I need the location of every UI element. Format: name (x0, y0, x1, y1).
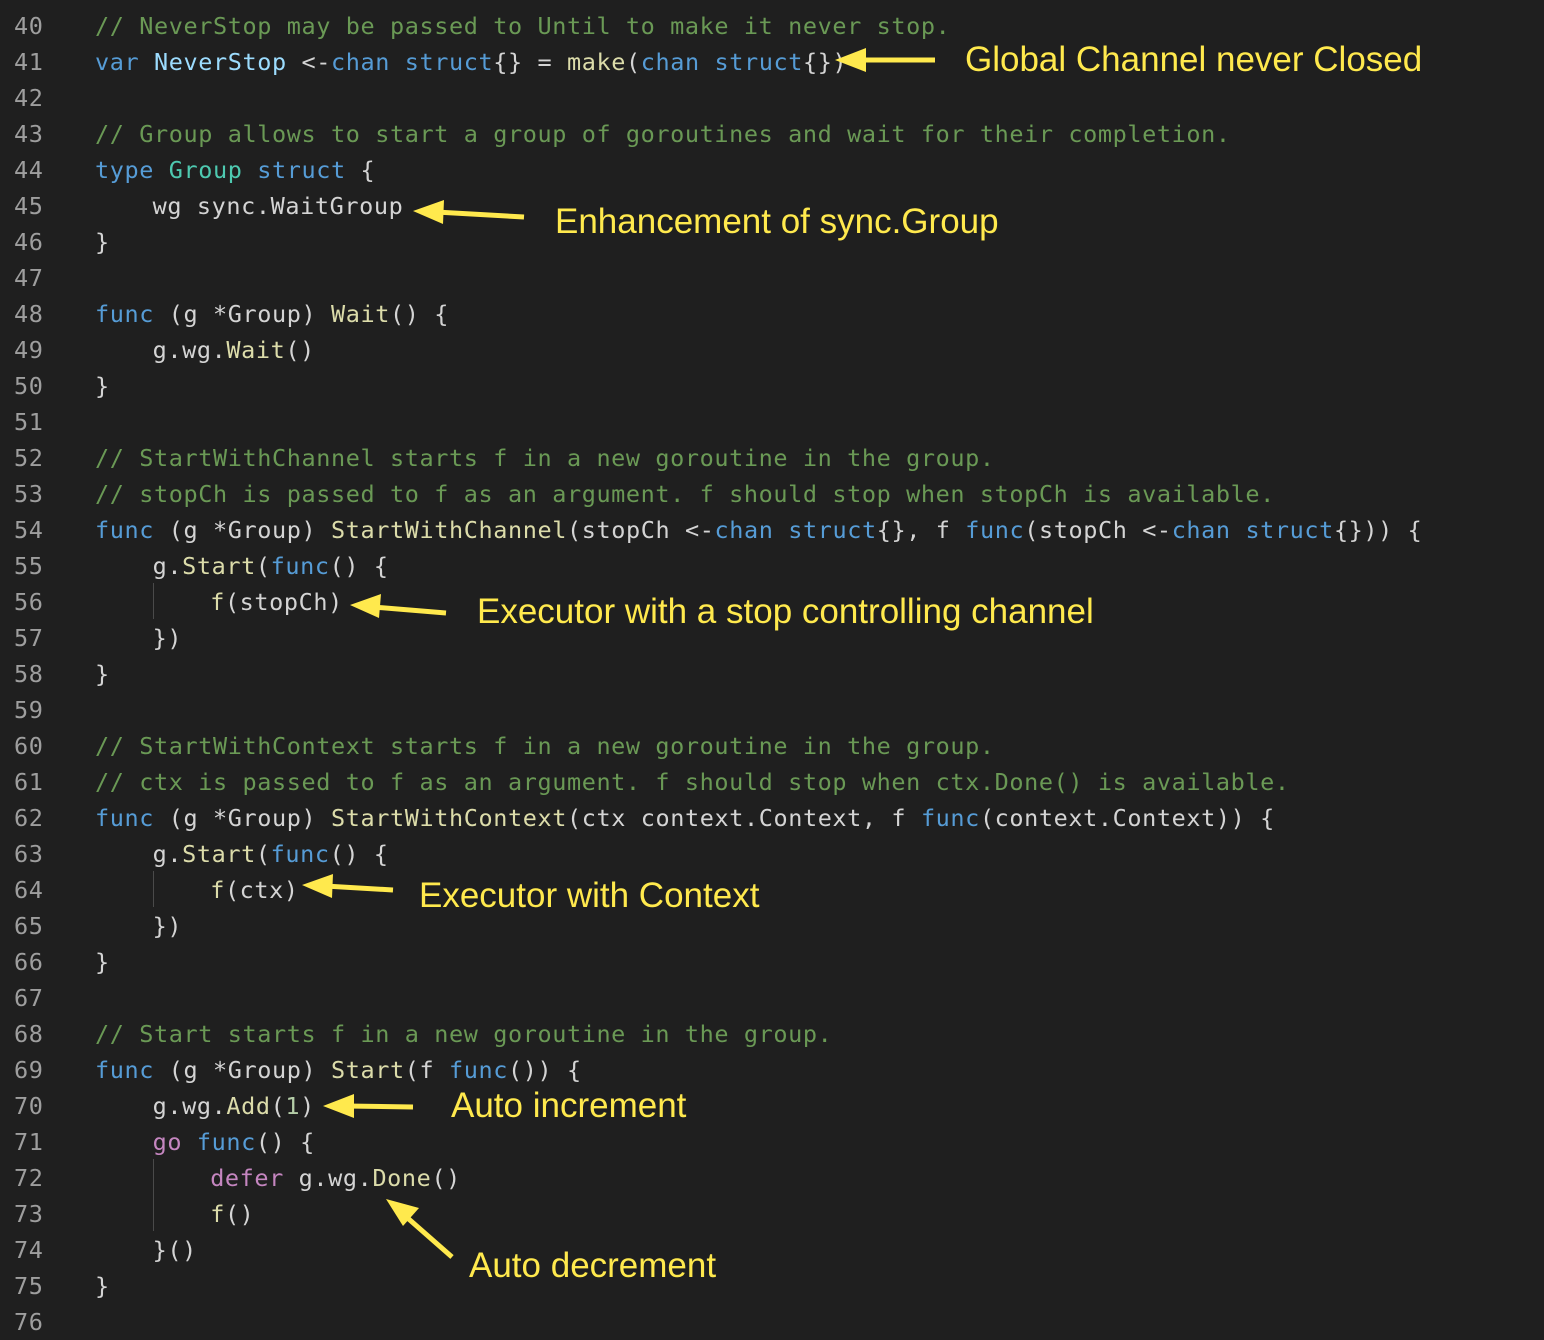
arrow-enhancement (413, 200, 525, 224)
arrow-global-channel (835, 48, 935, 72)
annotation-arrows (302, 48, 935, 1259)
annotation-global-channel: Global Channel never Closed (965, 40, 1423, 79)
annotation-auto-increment: Auto increment (451, 1086, 687, 1125)
annotation-auto-decrement: Auto decrement (469, 1246, 717, 1285)
annotation-executor-stop: Executor with a stop controlling channel (477, 592, 1094, 631)
arrow-auto-increment (323, 1094, 414, 1118)
annotation-enhancement: Enhancement of sync.Group (555, 202, 999, 241)
annotation-executor-context: Executor with Context (419, 876, 760, 915)
arrow-auto-decrement (386, 1199, 454, 1259)
code-editor: 40// NeverStop may be passed to Until to… (0, 0, 1544, 1336)
arrow-executor-context (302, 874, 394, 898)
arrow-executor-stop (350, 594, 447, 618)
